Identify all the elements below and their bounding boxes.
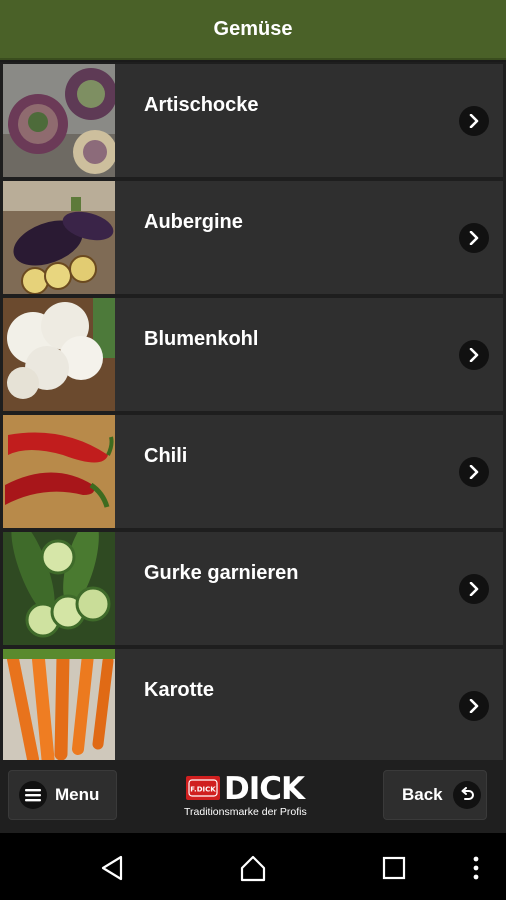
android-navigation-bar (0, 833, 506, 900)
list-item-label: Artischocke (144, 94, 259, 116)
cucumber-image (3, 532, 115, 645)
nav-home-icon[interactable] (238, 853, 268, 883)
list-item-label: Karotte (144, 679, 215, 701)
chevron-right-icon (459, 223, 489, 253)
list-item-label: Aubergine (144, 211, 243, 233)
chevron-right-icon (459, 457, 489, 487)
list-item-karotte[interactable]: Karotte (3, 649, 503, 760)
footer-bar: Menu F.DICK DICK Traditionsmarke der Pro… (0, 760, 506, 833)
vegetable-list: Artischocke Aubergine Blumenkohl Chili G… (0, 62, 506, 760)
nav-overflow-menu-icon[interactable] (466, 853, 486, 883)
eggplant-image (3, 181, 115, 294)
brand-logo: F.DICK DICK Traditionsmarke der Profis (184, 771, 324, 822)
list-item-blumenkohl[interactable]: Blumenkohl (3, 298, 503, 411)
brand-wordmark: DICK (224, 771, 305, 807)
nav-recents-icon[interactable] (379, 853, 409, 883)
undo-arrow-icon (452, 781, 481, 809)
menu-button-label: Menu (55, 785, 100, 804)
list-item-artischocke[interactable]: Artischocke (3, 64, 503, 177)
back-button-label: Back (402, 785, 443, 804)
chevron-right-icon (459, 574, 489, 604)
chevron-right-icon (459, 106, 489, 136)
brand-tagline: Traditionsmarke der Profis (184, 806, 307, 818)
nav-back-icon[interactable] (97, 853, 127, 883)
brand-mark: F.DICK (186, 776, 220, 800)
cauliflower-image (3, 298, 115, 411)
list-item-aubergine[interactable]: Aubergine (3, 181, 503, 294)
chili-image (3, 415, 115, 528)
page-title: Gemüse (213, 17, 293, 40)
carrot-image (3, 649, 115, 760)
list-item-gurke-garnieren[interactable]: Gurke garnieren (3, 532, 503, 645)
chevron-right-icon (459, 340, 489, 370)
list-item-label: Gurke garnieren (144, 562, 299, 584)
hamburger-menu-icon (19, 781, 47, 809)
brand-mark-text: F.DICK (190, 786, 216, 794)
list-item-label: Blumenkohl (144, 328, 259, 350)
menu-button[interactable]: Menu (8, 770, 117, 820)
artichoke-image (3, 64, 115, 177)
page-header: Gemüse (0, 0, 506, 60)
list-item-chili[interactable]: Chili (3, 415, 503, 528)
list-item-label: Chili (144, 445, 188, 467)
back-button[interactable]: Back (383, 770, 487, 820)
chevron-right-icon (459, 691, 489, 721)
